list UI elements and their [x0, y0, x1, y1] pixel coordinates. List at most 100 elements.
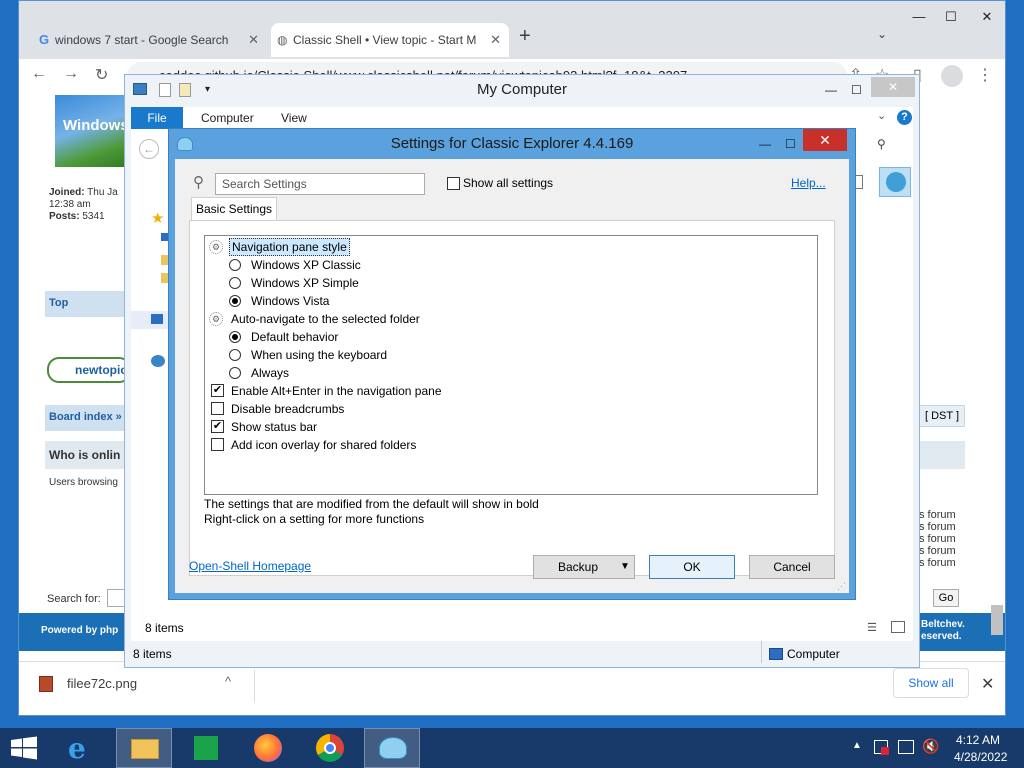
this-pc-nav-item[interactable] [131, 311, 171, 329]
close-tab-icon[interactable]: ✕ [248, 23, 259, 57]
internet-explorer-icon[interactable]: e [54, 728, 110, 768]
favorites-star-icon[interactable]: ★ [151, 209, 164, 227]
setting-row[interactable]: Add icon overlay for shared folders [207, 436, 815, 454]
setting-checkbox[interactable] [211, 402, 224, 415]
view-tab[interactable]: View [281, 107, 307, 129]
setting-row[interactable]: ⚙ Auto-navigate to the selected folder [207, 310, 815, 328]
board-index-link[interactable]: Board index » [49, 411, 122, 423]
search-icon[interactable]: ⚲ [877, 137, 886, 151]
close-window-icon[interactable]: ✕ [975, 9, 999, 29]
minimize-icon[interactable]: — [907, 9, 931, 29]
setting-label: Windows XP Simple [251, 276, 359, 290]
show-all-settings-checkbox[interactable] [447, 177, 460, 190]
profile-avatar[interactable] [941, 65, 963, 87]
clock-date[interactable]: 4/28/2022 [954, 750, 1007, 764]
show-hidden-icons-chevron[interactable]: ▲ [852, 740, 862, 751]
setting-row[interactable]: ✔ Show status bar [207, 418, 815, 436]
powered-by: Powered by php [41, 625, 119, 636]
setting-row[interactable]: Windows Vista [207, 292, 815, 310]
show-all-settings-label[interactable]: Show all settings [463, 176, 553, 190]
menu-kebab-icon[interactable]: ⋮ [977, 65, 993, 85]
minimize-icon[interactable]: — [825, 75, 837, 105]
setting-row[interactable]: Default behavior [207, 328, 815, 346]
setting-radio[interactable] [229, 295, 241, 307]
setting-row[interactable]: ✔ Enable Alt+Enter in the navigation pane [207, 382, 815, 400]
dialog-close-button[interactable]: ✕ [803, 129, 847, 151]
ok-button[interactable]: OK [649, 555, 735, 579]
setting-row[interactable]: Always [207, 364, 815, 382]
forum-search-input[interactable] [107, 589, 125, 607]
divider [254, 670, 255, 702]
setting-row[interactable]: Disable breadcrumbs [207, 400, 815, 418]
quick-access-dropdown-icon[interactable]: ▾ [205, 75, 210, 105]
volume-muted-icon[interactable]: 🔇 [922, 738, 939, 755]
setting-checkbox[interactable] [211, 438, 224, 451]
setting-radio[interactable] [229, 349, 241, 361]
page-scrollbar[interactable] [991, 605, 1003, 635]
store-icon[interactable] [178, 728, 234, 768]
file-tab[interactable]: File [131, 107, 183, 129]
setting-radio[interactable] [229, 367, 241, 379]
firefox-icon[interactable] [240, 728, 296, 768]
new-tab-icon[interactable]: + [519, 25, 531, 48]
tab-classic-shell[interactable]: ◍ Classic Shell • View topic - Start M ✕ [271, 23, 509, 57]
properties-icon[interactable] [159, 83, 171, 97]
computer-tab[interactable]: Computer [201, 107, 254, 129]
png-file-icon [39, 676, 53, 692]
maximize-icon[interactable]: ☐ [785, 129, 796, 159]
ribbon-expand-icon[interactable]: ⌄ [877, 109, 886, 122]
help-link[interactable]: Help... [791, 176, 826, 190]
setting-checkbox[interactable]: ✔ [211, 384, 224, 397]
top-link[interactable]: Top [49, 297, 68, 309]
new-folder-icon[interactable] [179, 83, 191, 97]
details-view-icon[interactable]: ☰ [867, 621, 877, 634]
backup-button[interactable]: Backup ▼ [533, 555, 635, 579]
settings-dialog: Settings for Classic Explorer 4.4.169 — … [168, 128, 856, 600]
large-icons-view-icon[interactable] [891, 621, 905, 633]
file-explorer-icon[interactable] [116, 728, 172, 768]
forum-go-button[interactable]: Go [933, 589, 959, 607]
show-all-button[interactable]: Show all [893, 668, 969, 698]
forward-icon[interactable]: → [63, 65, 79, 83]
chrome-icon[interactable] [302, 728, 358, 768]
open-shell-homepage-link[interactable]: Open-Shell Homepage [189, 559, 311, 573]
download-filename[interactable]: filee72c.png [67, 676, 137, 691]
setting-row[interactable]: Windows XP Classic [207, 256, 815, 274]
start-button[interactable] [10, 736, 38, 760]
minimize-icon[interactable]: — [759, 129, 771, 159]
maximize-icon[interactable]: ☐ [939, 9, 963, 29]
setting-label: When using the keyboard [251, 348, 388, 362]
setting-radio[interactable] [229, 331, 241, 343]
maximize-icon[interactable]: ☐ [851, 75, 862, 105]
download-chevron-icon[interactable]: ^ [225, 674, 231, 689]
setting-row[interactable]: ⚙ Navigation pane style [207, 238, 815, 256]
help-icon[interactable]: ? [897, 110, 912, 125]
back-icon[interactable]: ← [31, 65, 47, 83]
network-icon[interactable] [898, 740, 914, 754]
forum-permissions: s forum s forum s forum s forum s forum [919, 509, 956, 569]
setting-radio[interactable] [229, 259, 241, 271]
setting-radio[interactable] [229, 277, 241, 289]
close-download-bar-icon[interactable]: ✕ [981, 674, 994, 694]
tab-search-chevron-icon[interactable]: ⌄ [877, 27, 887, 41]
tab-google-search[interactable]: G windows 7 start - Google Search ✕ [33, 23, 267, 57]
setting-row[interactable]: When using the keyboard [207, 346, 815, 364]
close-tab-icon[interactable]: ✕ [486, 23, 501, 57]
reload-icon[interactable]: ↻ [95, 65, 108, 85]
new-topic-button[interactable]: newtopic [47, 357, 131, 383]
tab-basic-settings[interactable]: Basic Settings [191, 197, 277, 221]
cancel-button[interactable]: Cancel [749, 555, 835, 579]
copyright-line1: Beltchev. [921, 619, 965, 630]
resize-grip-icon[interactable]: ⋰ [837, 581, 846, 592]
classic-shell-icon[interactable] [364, 728, 420, 768]
tab-title: Classic Shell • View topic - Start M [293, 33, 477, 47]
close-icon[interactable]: ✕ [871, 77, 915, 97]
search-settings-input[interactable]: Search Settings [215, 173, 425, 195]
setting-checkbox[interactable]: ✔ [211, 420, 224, 433]
network-icon[interactable] [151, 355, 165, 367]
setting-row[interactable]: Windows XP Simple [207, 274, 815, 292]
clock-time[interactable]: 4:12 AM [956, 733, 1000, 747]
action-center-flag-icon[interactable] [874, 740, 889, 755]
back-icon[interactable]: ← [139, 139, 159, 159]
classic-shell-icon[interactable] [879, 167, 911, 197]
